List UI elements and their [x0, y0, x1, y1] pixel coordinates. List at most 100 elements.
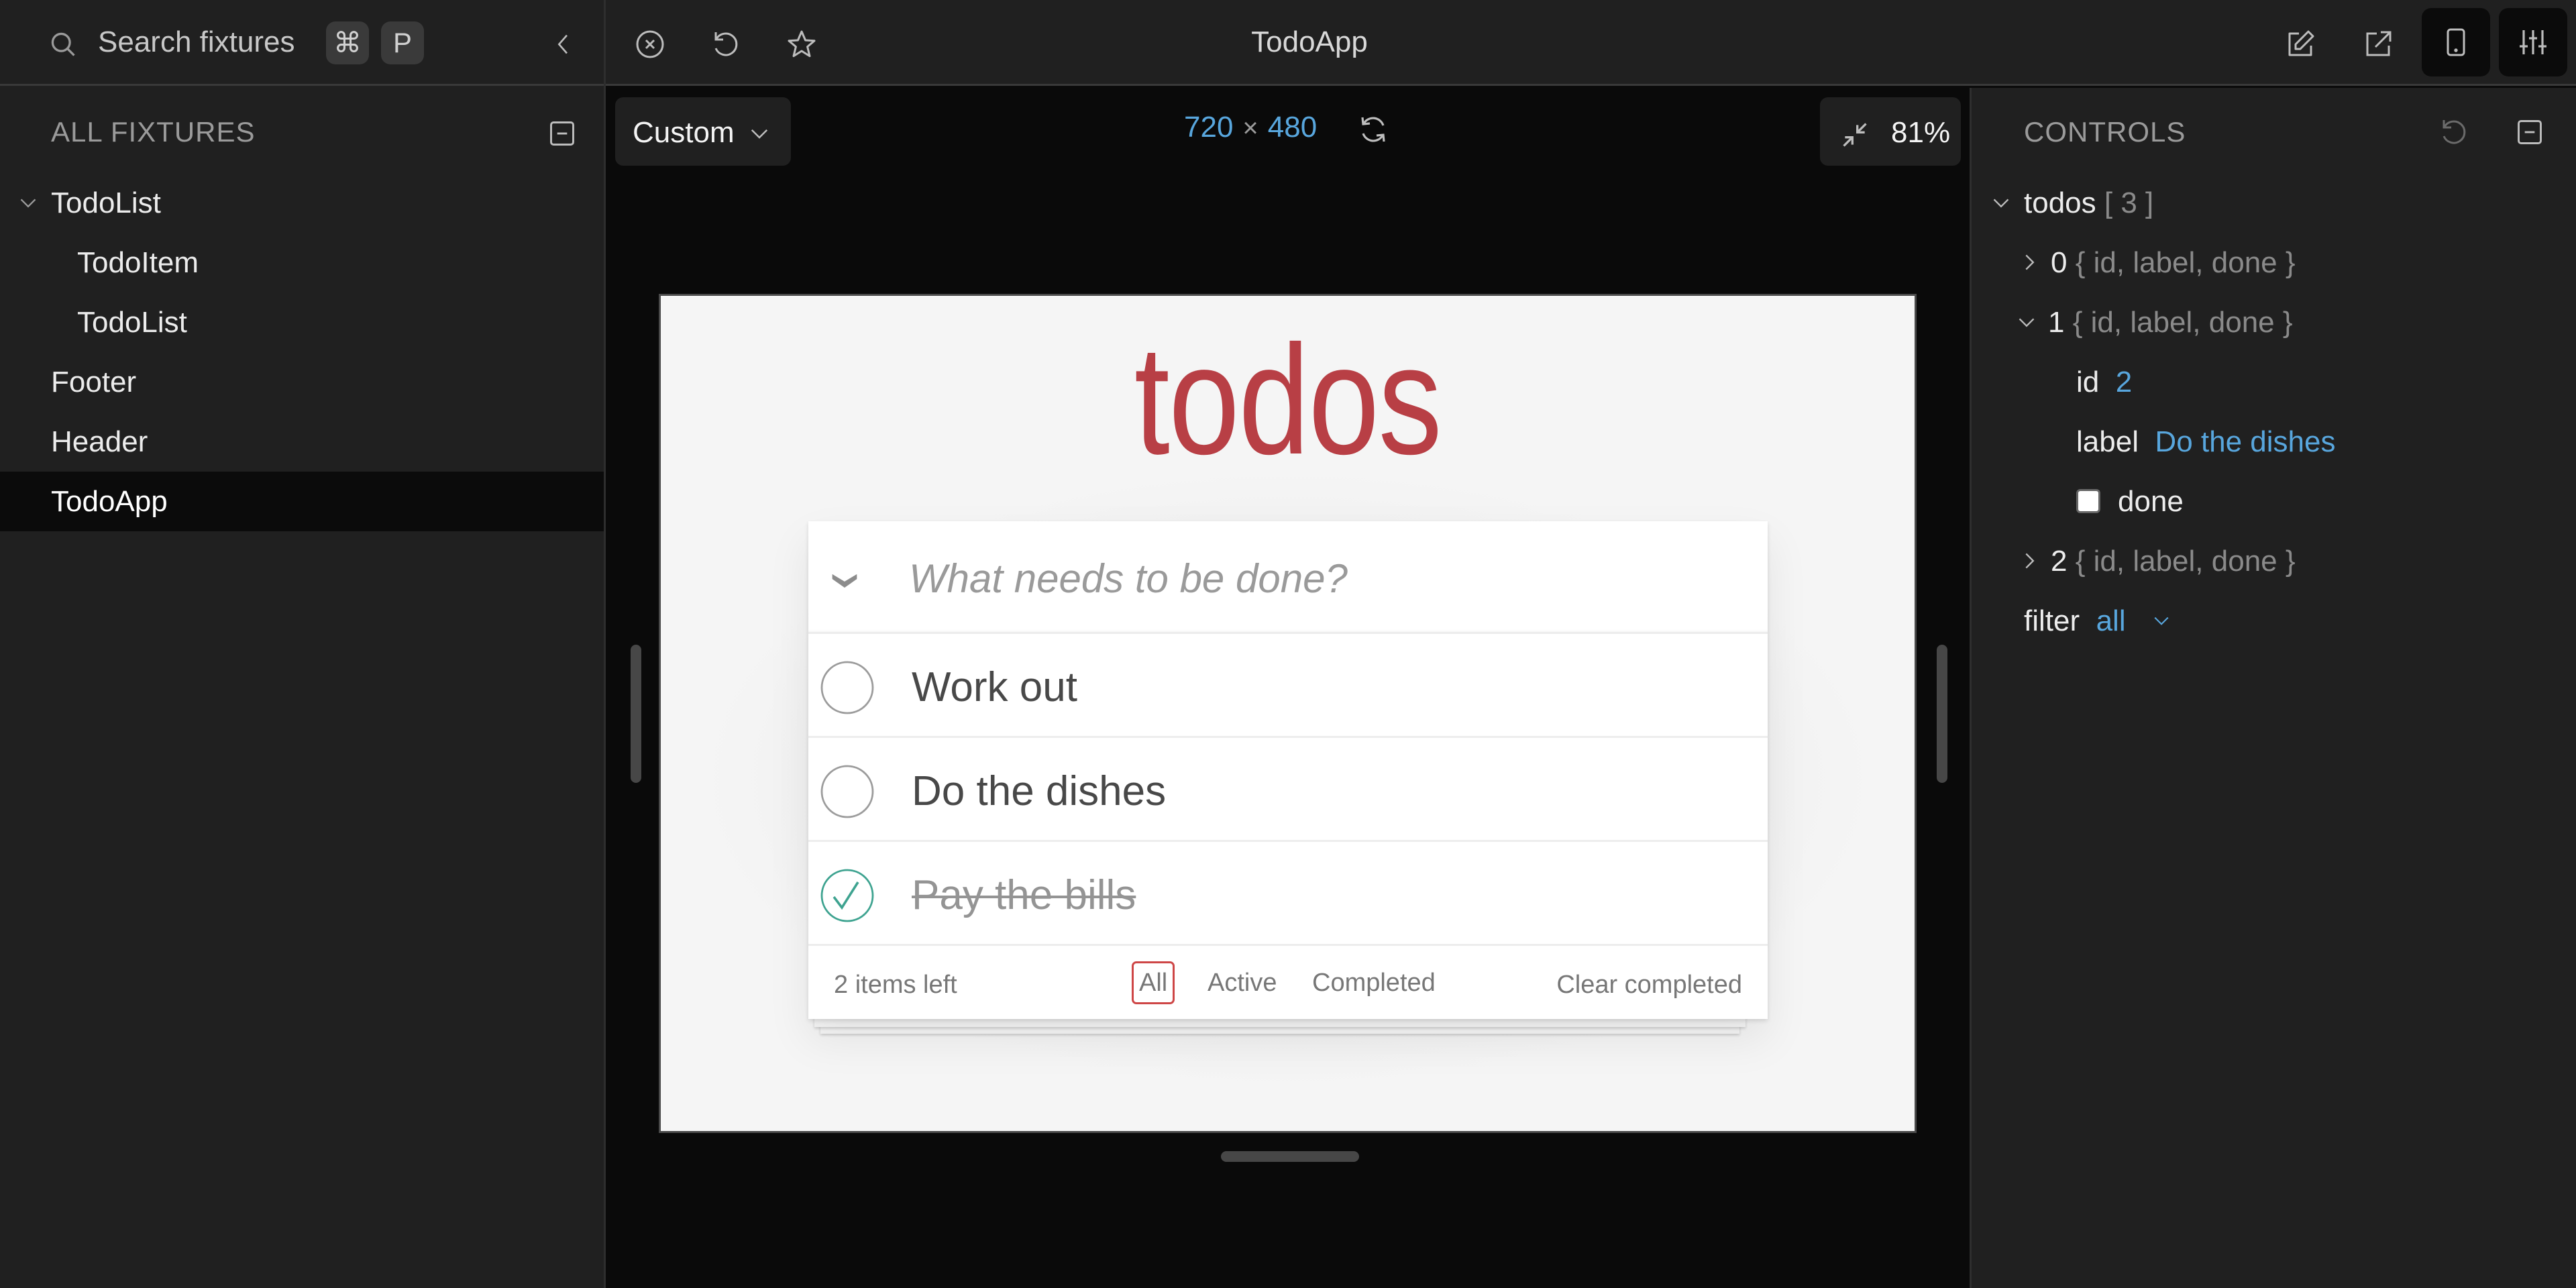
control-key: filter: [2024, 604, 2080, 637]
tree-item-header[interactable]: Header: [0, 412, 604, 472]
all-fixtures-heading: ALL FIXTURES: [51, 116, 256, 148]
fixtures-section-header: ALL FIXTURES: [0, 88, 604, 175]
chevron-down-icon[interactable]: [1992, 193, 2010, 212]
new-todo-header: [808, 521, 1768, 634]
shortcut-key-p: P: [381, 21, 424, 64]
control-todo-item-0[interactable]: 0 { id, label, done }: [1972, 233, 2576, 292]
chevron-right-icon[interactable]: [2020, 253, 2039, 272]
todo-label[interactable]: Work out: [912, 663, 1077, 711]
todo-item: Work out: [808, 634, 1768, 738]
collapse-all-icon[interactable]: [547, 119, 577, 148]
new-todo-input[interactable]: [909, 548, 1741, 608]
chevron-down-icon[interactable]: [2017, 313, 2036, 331]
control-todos[interactable]: todos [ 3 ]: [1972, 173, 2576, 233]
control-index: 0: [2051, 246, 2068, 279]
todo-checkbox-unchecked[interactable]: [820, 765, 874, 818]
fit-to-screen-icon: [1843, 123, 1867, 147]
search-fixtures-bar[interactable]: Search fixtures ⌘ P: [0, 0, 604, 86]
resize-handle-left[interactable]: [631, 645, 641, 783]
controls-heading: CONTROLS: [2024, 116, 2186, 148]
viewport-preset-value: Custom: [633, 116, 735, 149]
tree-item-label: TodoApp: [51, 485, 168, 518]
app-title: todos: [1134, 313, 1442, 487]
todo-item: Do the dishes: [808, 738, 1768, 842]
control-todo-item-2[interactable]: 2 { id, label, done }: [1972, 531, 2576, 591]
controls-panel-icon: [2520, 30, 2546, 54]
control-index: 1: [2048, 306, 2065, 339]
tree-item-todolist[interactable]: TodoList: [0, 292, 604, 352]
viewport-width-input[interactable]: 720: [1184, 111, 1233, 144]
tree-item-footer[interactable]: Footer: [0, 352, 604, 412]
rotate-icon[interactable]: [1357, 113, 1389, 146]
tree-item-todoapp[interactable]: TodoApp: [0, 472, 604, 531]
filter-select[interactable]: all: [2096, 604, 2126, 637]
field-label-input[interactable]: Do the dishes: [2155, 425, 2335, 458]
tree-item-label: TodoItem: [77, 246, 199, 279]
preview-stage: Custom 720×480 81% todos Work out D: [606, 88, 1970, 1288]
control-field-label: label Do the dishes: [1972, 412, 2576, 472]
zoom-fit-button[interactable]: 81%: [1820, 97, 1961, 166]
tree-item-label: TodoList: [51, 186, 161, 219]
controls-panel-toggle[interactable]: [2499, 8, 2567, 76]
filter-completed[interactable]: Completed: [1305, 961, 1443, 1004]
chevron-down-icon[interactable]: [2153, 614, 2170, 629]
controls-panel: CONTROLS todos [ 3 ] 0 { id, label, done…: [1970, 88, 2576, 1288]
tree-item-label: Header: [51, 425, 148, 458]
fixture-title: TodoApp: [1251, 25, 1368, 58]
control-summary: { id, label, done }: [2075, 545, 2296, 578]
todo-checkbox-unchecked[interactable]: [820, 661, 874, 714]
dimension-separator: ×: [1242, 113, 1258, 143]
todo-label[interactable]: Do the dishes: [912, 767, 1166, 815]
done-checkbox[interactable]: [2076, 489, 2100, 513]
control-summary: { id, label, done }: [2072, 306, 2293, 339]
filter-all[interactable]: All: [1132, 961, 1175, 1004]
field-key: id: [2076, 366, 2100, 398]
responsive-mode-button[interactable]: [2422, 8, 2490, 76]
field-key: label: [2076, 425, 2139, 458]
control-index: 2: [2051, 545, 2068, 578]
chevron-right-icon[interactable]: [2020, 551, 2039, 570]
todo-checkbox-checked[interactable]: [820, 869, 874, 922]
tree-item-label: Footer: [51, 366, 137, 398]
reset-icon[interactable]: [2437, 116, 2469, 148]
control-filter: filter all: [1972, 591, 2576, 651]
todo-label[interactable]: Pay the bills: [912, 871, 1136, 919]
viewport-height-input[interactable]: 480: [1268, 111, 1317, 144]
clear-completed-button[interactable]: Clear completed: [1556, 971, 1742, 1000]
viewport-preset-select[interactable]: Custom: [615, 97, 791, 166]
control-field-done: done: [1972, 472, 2576, 531]
control-key: todos: [2024, 186, 2096, 219]
toggle-all-icon[interactable]: [830, 570, 859, 591]
search-placeholder[interactable]: Search fixtures: [98, 25, 294, 59]
todo-card: Work out Do the dishes Pay the bills 2 i…: [808, 521, 1768, 1019]
tree-folder-todolist[interactable]: TodoList: [0, 173, 604, 233]
fixture-toolbar: TodoApp: [606, 0, 2576, 86]
chevron-left-icon[interactable]: [550, 30, 577, 59]
control-todo-item-1[interactable]: 1 { id, label, done }: [1972, 292, 2576, 352]
resize-handle-bottom[interactable]: [1221, 1151, 1359, 1162]
control-summary: [ 3 ]: [2104, 186, 2154, 219]
items-left-count: 2 items left: [834, 971, 957, 999]
control-field-id: id 2: [1972, 352, 2576, 412]
open-external-icon[interactable]: [2362, 28, 2394, 60]
zoom-level: 81%: [1891, 116, 1951, 149]
tree-item-todoitem[interactable]: TodoItem: [0, 233, 604, 292]
todo-footer: 2 items left All Active Completed Clear …: [808, 948, 1768, 1019]
todo-item-completed: Pay the bills: [808, 842, 1768, 946]
collapse-all-icon[interactable]: [2515, 117, 2544, 147]
field-id-input[interactable]: 2: [2116, 366, 2132, 398]
filter-active[interactable]: Active: [1200, 961, 1284, 1004]
search-icon: [51, 32, 75, 56]
resize-handle-right[interactable]: [1937, 645, 1947, 783]
edit-icon[interactable]: [2284, 28, 2316, 60]
control-summary: { id, label, done }: [2075, 246, 2296, 279]
fixtures-sidebar: Search fixtures ⌘ P ALL FIXTURES TodoLis…: [0, 0, 606, 1288]
fixture-tree: TodoList TodoItem TodoList Footer Header…: [0, 173, 604, 531]
chevron-down-icon[interactable]: [19, 193, 38, 212]
fixture-preview-frame: todos Work out Do the dishes Pay the bil…: [659, 294, 1917, 1133]
tree-item-label: TodoList: [77, 306, 187, 339]
viewport-dimensions: 720 × 480: [1184, 111, 1317, 144]
field-key: done: [2118, 485, 2184, 518]
chevron-down-icon: [751, 129, 768, 139]
device-responsive-icon: [2447, 28, 2465, 56]
